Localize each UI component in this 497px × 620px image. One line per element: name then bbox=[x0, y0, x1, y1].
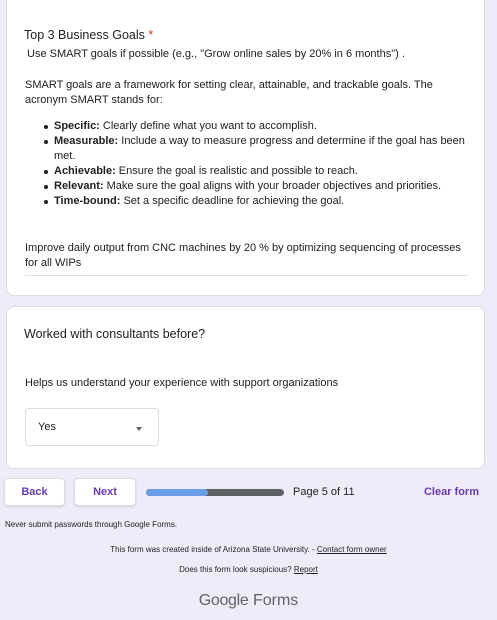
question-title: Top 3 Business Goals * bbox=[24, 28, 153, 42]
progress-bar-fill bbox=[146, 489, 209, 496]
suspicious-notice: Does this form look suspicious? Report bbox=[0, 565, 497, 574]
smart-intro: SMART goals are a framework for setting … bbox=[25, 79, 433, 106]
logo-google-text: Google bbox=[198, 592, 249, 609]
logo-forms-text: Forms bbox=[252, 592, 299, 609]
progress-bar bbox=[146, 489, 284, 496]
consultants-dropdown[interactable]: Yes bbox=[25, 408, 159, 446]
goals-answer-input[interactable]: Improve daily output from CNC machines b… bbox=[25, 241, 468, 276]
dropdown-arrow-icon bbox=[136, 427, 142, 431]
question-card-consultants: Worked with consultants before? Helps us… bbox=[6, 306, 485, 469]
report-link[interactable]: Report bbox=[294, 565, 318, 574]
smart-item-time-bound: Time-bound: Set a specific deadline for … bbox=[44, 194, 468, 209]
smart-item-relevant: Relevant: Make sure the goal aligns with… bbox=[44, 179, 468, 194]
consultants-description: Helps us understand your experience with… bbox=[25, 377, 339, 389]
password-warning: Never submit passwords through Google Fo… bbox=[5, 520, 178, 529]
smart-item-measurable: Measurable: Include a way to measure pro… bbox=[44, 134, 468, 164]
question-card-business-goals: Top 3 Business Goals * Use SMART goals i… bbox=[6, 0, 485, 296]
consultants-question-title: Worked with consultants before? bbox=[24, 327, 206, 341]
dropdown-selected-value: Yes bbox=[38, 421, 56, 433]
created-notice: This form was created inside of Arizona … bbox=[0, 545, 497, 554]
smart-item-achievable: Achievable: Ensure the goal is realistic… bbox=[44, 164, 468, 179]
clear-form-button[interactable]: Clear form bbox=[424, 486, 479, 498]
google-forms-logo[interactable]: Google Forms bbox=[0, 592, 497, 610]
suspicious-text: Does this form look suspicious? bbox=[179, 565, 294, 574]
contact-owner-link[interactable]: Contact form owner bbox=[317, 545, 387, 554]
question-hint: Use SMART goals if possible (e.g., "Grow… bbox=[27, 48, 405, 60]
created-notice-text: This form was created inside of Arizona … bbox=[110, 545, 317, 554]
page-indicator: Page 5 of 11 bbox=[293, 486, 355, 498]
smart-item-specific: Specific: Clearly define what you want t… bbox=[44, 119, 468, 134]
required-asterisk: * bbox=[148, 28, 154, 42]
next-button[interactable]: Next bbox=[74, 478, 136, 506]
smart-list: Specific: Clearly define what you want t… bbox=[44, 119, 468, 209]
question-title-text: Top 3 Business Goals bbox=[24, 28, 145, 42]
back-button[interactable]: Back bbox=[4, 478, 65, 506]
